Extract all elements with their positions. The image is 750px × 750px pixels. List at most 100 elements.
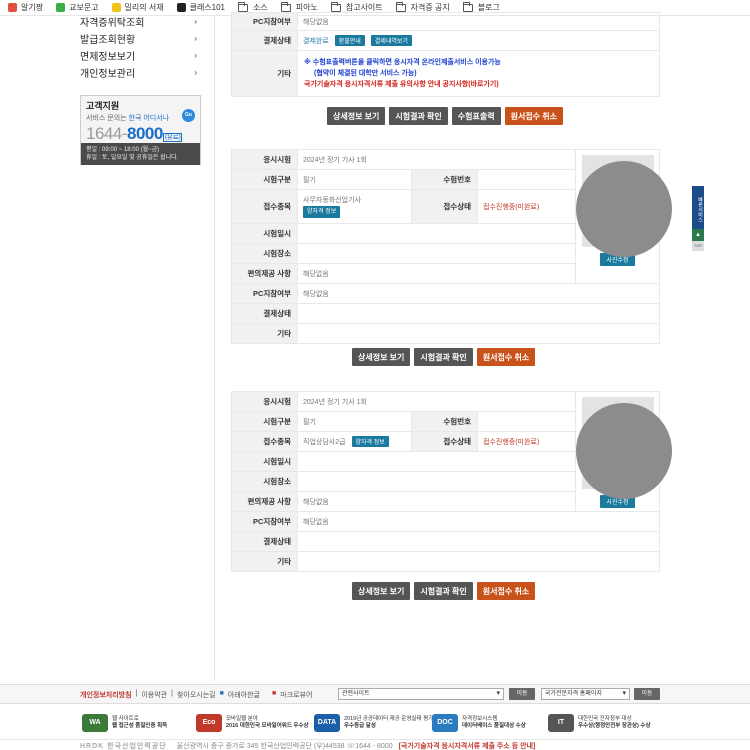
related-sites-select[interactable]: 관련사이트 bbox=[338, 688, 504, 700]
support-hours: 평일 : 09:00 ~ 18:00 (월~금) 휴일 : 토, 일요일 및 공… bbox=[81, 143, 200, 165]
award-line-1: 자격정보시스템 bbox=[462, 716, 498, 722]
bookmark-favicon-icon bbox=[111, 3, 121, 12]
scroll-up-icon[interactable]: ▲ bbox=[692, 229, 704, 241]
sidebar-item-personal[interactable]: 개인정보관리 › bbox=[80, 64, 201, 81]
award-text: 자격정보시스템 데이터베이스 품질대상 수상 bbox=[462, 716, 526, 730]
chevron-down-icon: › bbox=[194, 68, 197, 77]
content-divider bbox=[214, 16, 215, 681]
etc-label: 기타 bbox=[231, 551, 298, 572]
privacy-link[interactable]: 개인정보처리방침 bbox=[80, 690, 132, 700]
pc-value: 해당없음 bbox=[297, 283, 660, 304]
field-info-button[interactable]: 양자격 정보 bbox=[351, 436, 389, 447]
notice-link[interactable]: 국가기술자격 응시자격서류 제출 유의사항 안내 공지사항(바로가기) bbox=[304, 79, 653, 90]
viewer-link[interactable]: 마크로뷰어 bbox=[280, 690, 312, 700]
sidebar-item-exemption[interactable]: 면제정보보기 › bbox=[80, 47, 201, 64]
date-label: 시험일시 bbox=[231, 451, 298, 472]
award-logo: DATA bbox=[314, 714, 340, 732]
national-license-select[interactable]: 국가전문자격 홈페이지 bbox=[541, 688, 630, 700]
national-license-go-button[interactable]: 이동 bbox=[634, 688, 660, 700]
hwp-link[interactable]: 아래아한글 bbox=[228, 690, 260, 700]
award-line-1: 대한민국 전자정부 대상 bbox=[578, 716, 632, 722]
exam-no-label: 수험번호 bbox=[411, 411, 478, 432]
sidebar-item-license[interactable]: 자격증위탁조회 › bbox=[80, 13, 201, 30]
award-logo: WA bbox=[82, 714, 108, 732]
exam-label: 응시시험 bbox=[231, 391, 298, 412]
award-line-2: 데이터베이스 품질대상 수상 bbox=[462, 723, 526, 729]
support-phone: 1644-8000 (유료) bbox=[86, 124, 183, 143]
bookmark-item[interactable]: 클래스101 bbox=[176, 2, 226, 13]
bookmark-favicon-icon bbox=[56, 3, 66, 12]
exam-value: 2024년 정기 기사 1회 bbox=[297, 391, 576, 412]
bookmark-item[interactable]: 밀리의 서재 bbox=[111, 2, 164, 13]
category-label: 시험구분 bbox=[231, 411, 298, 432]
date-label: 시험일시 bbox=[231, 223, 298, 244]
related-sites-go-button[interactable]: 이동 bbox=[509, 688, 535, 700]
result-button[interactable]: 시험결과 확인 bbox=[414, 348, 473, 366]
action-buttons-1: 상세정보 보기 시험결과 확인 원서접수 취소 bbox=[352, 348, 536, 366]
cancel-application-button[interactable]: 원서접수 취소 bbox=[476, 582, 536, 600]
pc-label: PC지참여부 bbox=[231, 511, 298, 532]
top-button[interactable]: TOP bbox=[692, 241, 704, 251]
payment-label: 결제상태 bbox=[231, 531, 298, 552]
field-info-button[interactable]: 양자격 정보 bbox=[303, 205, 341, 218]
etc-value bbox=[297, 323, 660, 344]
detail-button[interactable]: 상세정보 보기 bbox=[327, 107, 386, 125]
award-badge: DATA 2019년 공공데이터 제공 운영실태 평가 우수등급 달성 bbox=[314, 712, 433, 734]
award-logo: DOC bbox=[432, 714, 458, 732]
exam-no-value bbox=[477, 169, 576, 190]
footer-links: 개인정보처리방침 | 이용약관 | 찾아오시는길 ■ 아래아한글 ■ 마크로뷰어 bbox=[80, 690, 313, 700]
bookmark-item[interactable]: 교보문고 bbox=[56, 2, 99, 13]
chevron-down-icon: › bbox=[194, 51, 197, 60]
award-badge: DOC 자격정보시스템 데이터베이스 품질대상 수상 bbox=[432, 712, 526, 734]
exam-label: 응시시험 bbox=[231, 149, 298, 170]
status-label: 접수상태 bbox=[411, 431, 478, 452]
field-value: 직업상담사2급 bbox=[303, 439, 346, 446]
date-value bbox=[297, 451, 576, 472]
award-badge: IT 대한민국 전자정부 대상 우수상(행정안전부 장관상) 수상 bbox=[548, 712, 651, 734]
photo-cell: 사진수정 bbox=[575, 391, 672, 512]
result-button[interactable]: 시험결과 확인 bbox=[389, 107, 448, 125]
footer-awards: WA 웹 사이트로 웹 접근성 품질인증 획득 Eco 모바일웹 분야 2016 대한민국… bbox=[0, 706, 750, 740]
payment-history-button[interactable]: 결제내역보기 bbox=[370, 35, 412, 46]
document-notice-link[interactable]: [국가기술자격 응시자격서류 제출 주소 등 안내] bbox=[399, 743, 536, 750]
pc-label: PC지참여부 bbox=[231, 12, 298, 31]
sidebar-item-issue[interactable]: 발급조회현황 › bbox=[80, 30, 201, 47]
support-title: 고객지원 bbox=[86, 101, 120, 111]
field-value: 사무자동화산업기사 bbox=[303, 196, 361, 204]
place-label: 시험장소 bbox=[231, 243, 298, 264]
award-text: 대한민국 전자정부 대상 우수상(행정안전부 장관상) 수상 bbox=[578, 716, 651, 730]
cancel-application-button[interactable]: 원서접수 취소 bbox=[476, 348, 536, 366]
etc-label: 기타 bbox=[231, 50, 298, 97]
applicant-photo bbox=[575, 155, 672, 257]
award-line-2: 우수상(행정안전부 장관상) 수상 bbox=[578, 723, 651, 729]
pc-label: PC지참여부 bbox=[231, 283, 298, 304]
field-label: 접수종목 bbox=[231, 431, 298, 452]
photo-cell: 사진수정 bbox=[575, 149, 672, 284]
refund-info-button[interactable]: 환불안내 bbox=[334, 35, 365, 46]
notice-line-2: (협약이 체결된 대학만 서비스 가능) bbox=[314, 70, 417, 77]
bookmark-item[interactable]: 알기짱 bbox=[8, 2, 43, 13]
cancel-application-button[interactable]: 원서접수 취소 bbox=[504, 107, 563, 125]
category-value: 필기 bbox=[297, 411, 412, 432]
detail-button[interactable]: 상세정보 보기 bbox=[352, 582, 411, 600]
category-value: 필기 bbox=[297, 169, 412, 190]
terms-link[interactable]: 이용약관 bbox=[141, 690, 167, 700]
ticket-print-button[interactable]: 수험표출력 bbox=[451, 107, 501, 125]
place-value bbox=[297, 471, 576, 492]
detail-button[interactable]: 상세정보 보기 bbox=[352, 348, 411, 366]
status-value: 접수진행중(미완료) bbox=[477, 431, 576, 452]
convenience-label: 편의제공 사항 bbox=[231, 263, 298, 284]
exam-value: 2024년 정기 기사 1회 bbox=[297, 149, 576, 170]
bookmark-label: 클래스101 bbox=[189, 3, 226, 12]
convenience-label: 편의제공 사항 bbox=[231, 491, 298, 512]
support-go-button[interactable]: Go bbox=[182, 109, 195, 122]
exam-no-label: 수험번호 bbox=[411, 169, 478, 190]
status-label: 접수상태 bbox=[411, 189, 478, 224]
directions-link[interactable]: 찾아오시는길 bbox=[177, 690, 216, 700]
quick-service-widget[interactable]: 빠른서비스 ▲ TOP bbox=[692, 186, 704, 252]
chevron-down-icon: › bbox=[194, 17, 197, 26]
support-subtitle: 서비스 문의는 한국 어디서나 bbox=[86, 115, 170, 122]
result-button[interactable]: 시험결과 확인 bbox=[414, 582, 473, 600]
etc-label: 기타 bbox=[231, 323, 298, 344]
quick-service-label[interactable]: 빠른서비스 bbox=[692, 186, 704, 229]
